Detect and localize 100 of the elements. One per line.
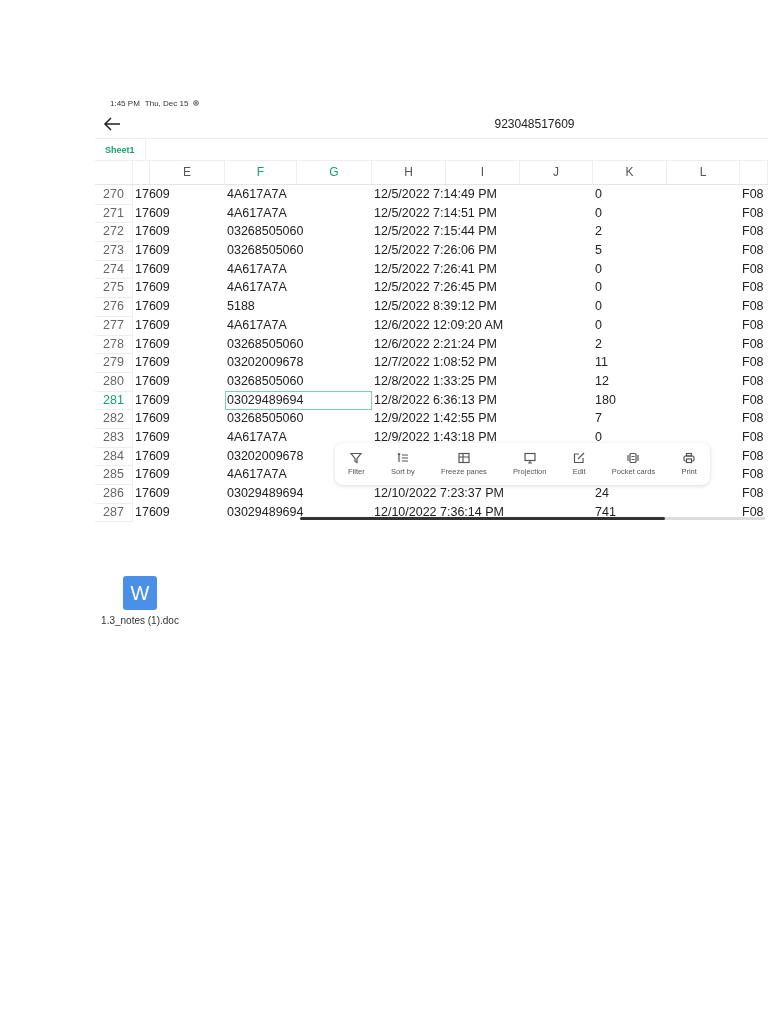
row-number[interactable]: 278 (95, 334, 133, 355)
table-cell-text: 03202009678 (226, 447, 304, 465)
edit-icon (573, 452, 586, 464)
table-cell-text: F08 (741, 260, 764, 278)
row-number[interactable]: 279 (95, 353, 133, 373)
table-cell-text: 5188 (226, 298, 255, 316)
table-cell-text: 17609 (134, 372, 170, 390)
table-cell-text: 4A617A7A (226, 428, 287, 446)
table-cell-text: F08 (741, 466, 764, 484)
table-cell-text: F08 (741, 410, 764, 428)
back-arrow-icon[interactable] (103, 117, 121, 131)
row-number[interactable]: 286 (95, 484, 133, 504)
row-number[interactable]: 285 (95, 465, 133, 485)
table-cell-text: 12/6/2022 2:21:24 PM (373, 335, 497, 353)
row-number[interactable]: 276 (95, 297, 133, 317)
table-cell-text: F08 (741, 447, 764, 465)
table-cell-text: 17609 (134, 466, 170, 484)
table-cell-text: 2 (594, 223, 602, 241)
table-cell-text: F08 (741, 316, 764, 334)
table-cell-text: 4A617A7A (226, 279, 287, 297)
table-cell-text: 03268505060 (226, 335, 304, 353)
column-header[interactable]: G (297, 161, 372, 184)
row-number[interactable]: 275 (95, 278, 133, 299)
column-header[interactable]: F (225, 161, 297, 184)
column-header[interactable]: H (372, 161, 446, 184)
table-cell-text: 17609 (134, 354, 170, 372)
table-cell-text: 03268505060 (226, 242, 304, 260)
table-cell-text: 12/8/2022 6:36:13 PM (373, 391, 497, 409)
table-cell-text: 17609 (134, 391, 170, 409)
row-number[interactable]: 270 (95, 185, 133, 205)
table-cell-text: 2 (594, 335, 602, 353)
status-icon (193, 100, 200, 106)
table-cell-text: 03202009678 (226, 354, 304, 372)
table-cell-text: F08 (741, 391, 764, 409)
column-header[interactable]: E (150, 161, 225, 184)
table-cell-text: 11 (594, 354, 608, 372)
table-cell-text: 03268505060 (226, 223, 304, 241)
table-cell-text: 17609 (134, 503, 170, 521)
row-number[interactable]: 271 (95, 203, 133, 224)
table-cell-text: 17609 (134, 279, 170, 297)
table-cell-text: F08 (741, 335, 764, 353)
table-cell-text: 17609 (134, 298, 170, 316)
table-cell-text: 7 (594, 410, 602, 428)
row-number[interactable]: 272 (95, 222, 133, 243)
column-header[interactable]: L (667, 161, 740, 184)
table-cell-text: 17609 (134, 410, 170, 428)
row-number[interactable]: 281 (95, 390, 133, 411)
table-cell-text: 4A617A7A (226, 260, 287, 278)
table-cell-text: 17609 (134, 428, 170, 446)
row-number[interactable]: 280 (95, 371, 133, 392)
table-cell-text: 4A617A7A (226, 186, 287, 203)
table-cell-text: 03268505060 (226, 410, 304, 428)
table-cell-text: 17609 (134, 316, 170, 334)
grid-icon (457, 452, 470, 464)
table-cell-text: 17609 (134, 223, 170, 241)
row-number[interactable]: 282 (95, 409, 133, 429)
status-time: 1:45 PM (110, 98, 140, 108)
file-title: 923048517609 (493, 117, 576, 131)
file-name[interactable]: 1.3_notes (1).doc (101, 615, 179, 627)
row-number[interactable]: 287 (95, 502, 133, 523)
selected-cell: 03029489694 (225, 390, 372, 411)
table-cell-text: 12/7/2022 1:08:52 PM (373, 354, 497, 372)
row-number[interactable]: 273 (95, 241, 133, 261)
sheet-tab[interactable]: Sheet1 (95, 139, 146, 160)
row-number[interactable]: 283 (95, 427, 133, 448)
table-cell-text: F08 (741, 503, 764, 521)
table-cell-text: 12/5/2022 8:39:12 PM (373, 298, 497, 316)
table-cell-text: F08 (741, 428, 764, 446)
table-cell-text: 0 (594, 316, 602, 334)
table-cell-text: 12/5/2022 7:14:49 PM (373, 186, 497, 203)
table-cell-text: 5 (594, 242, 602, 260)
table-cell-text: F08 (741, 354, 764, 372)
table-cell-text: 12/5/2022 7:26:06 PM (373, 242, 497, 260)
column-header[interactable]: J (520, 161, 593, 184)
table-cell-text: 17609 (134, 242, 170, 260)
document-icon[interactable]: W (123, 576, 157, 611)
row-number[interactable]: 277 (95, 315, 133, 336)
table-cell-text: F08 (741, 204, 764, 222)
list-icon (396, 452, 409, 464)
table-cell-text: 12/5/2022 7:26:41 PM (373, 260, 497, 278)
table-cell-text: 12/9/2022 1:43:18 PM (373, 428, 497, 446)
row-number[interactable]: 284 (95, 446, 133, 467)
table-cell-text: 0 (594, 204, 602, 222)
table-cell-text: 12/5/2022 7:15:44 PM (373, 223, 497, 241)
table-cell-text: 17609 (134, 260, 170, 278)
table-cell-text: 17609 (134, 447, 170, 465)
column-header[interactable]: I (446, 161, 520, 184)
column-header[interactable]: K (593, 161, 667, 184)
table-cell-text: 12 (594, 372, 609, 390)
table-cell-text: 03268505060 (226, 372, 304, 390)
table-cell-text: F08 (741, 242, 764, 260)
table-cell-text: F08 (741, 298, 764, 316)
row-number[interactable]: 274 (95, 259, 133, 280)
print-icon (683, 452, 696, 464)
table-cell-text: 12/6/2022 12:09:20 AM (373, 316, 504, 334)
table-cell-text: 17609 (134, 186, 170, 203)
table-cell-text: F08 (741, 223, 764, 241)
filter-icon (350, 452, 363, 464)
scroll-bar[interactable] (300, 517, 765, 520)
table-cell-text: 12/10/2022 7:36:14 PM (373, 503, 504, 521)
